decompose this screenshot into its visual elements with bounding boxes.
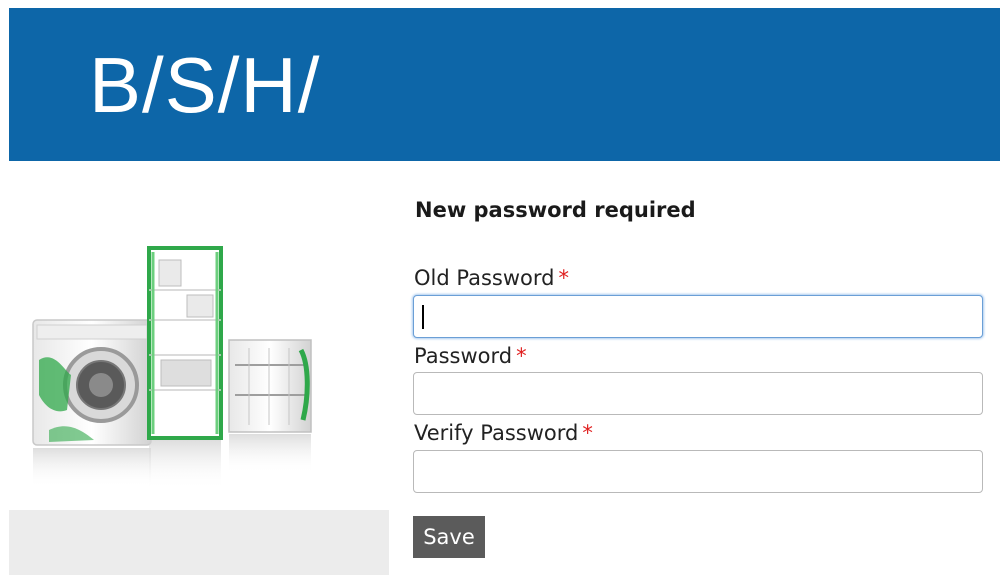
verify-password-label: Verify Password * bbox=[414, 421, 593, 445]
refrigerator-icon bbox=[147, 246, 223, 490]
form-title: New password required bbox=[415, 198, 696, 222]
appliances-illustration-panel bbox=[9, 170, 389, 510]
save-button[interactable]: Save bbox=[413, 516, 485, 558]
password-label-text: Password bbox=[414, 344, 513, 368]
old-password-label: Old Password * bbox=[414, 266, 569, 290]
required-marker: * bbox=[516, 344, 527, 368]
dishwasher-icon bbox=[228, 339, 312, 474]
verify-password-label-text: Verify Password bbox=[414, 421, 579, 445]
required-marker: * bbox=[582, 421, 593, 445]
password-input[interactable] bbox=[413, 372, 983, 415]
required-marker: * bbox=[558, 266, 569, 290]
bsh-logo: B/S/H/ bbox=[89, 41, 321, 129]
old-password-input[interactable] bbox=[413, 295, 983, 338]
washing-machine-icon bbox=[32, 319, 152, 488]
appliances-illustration bbox=[32, 246, 312, 490]
verify-password-input[interactable] bbox=[413, 450, 983, 493]
old-password-label-text: Old Password bbox=[414, 266, 555, 290]
left-footer-strip bbox=[9, 510, 389, 575]
text-cursor bbox=[422, 305, 424, 329]
header-banner: B/S/H/ bbox=[9, 8, 1000, 161]
password-label: Password * bbox=[414, 344, 527, 368]
